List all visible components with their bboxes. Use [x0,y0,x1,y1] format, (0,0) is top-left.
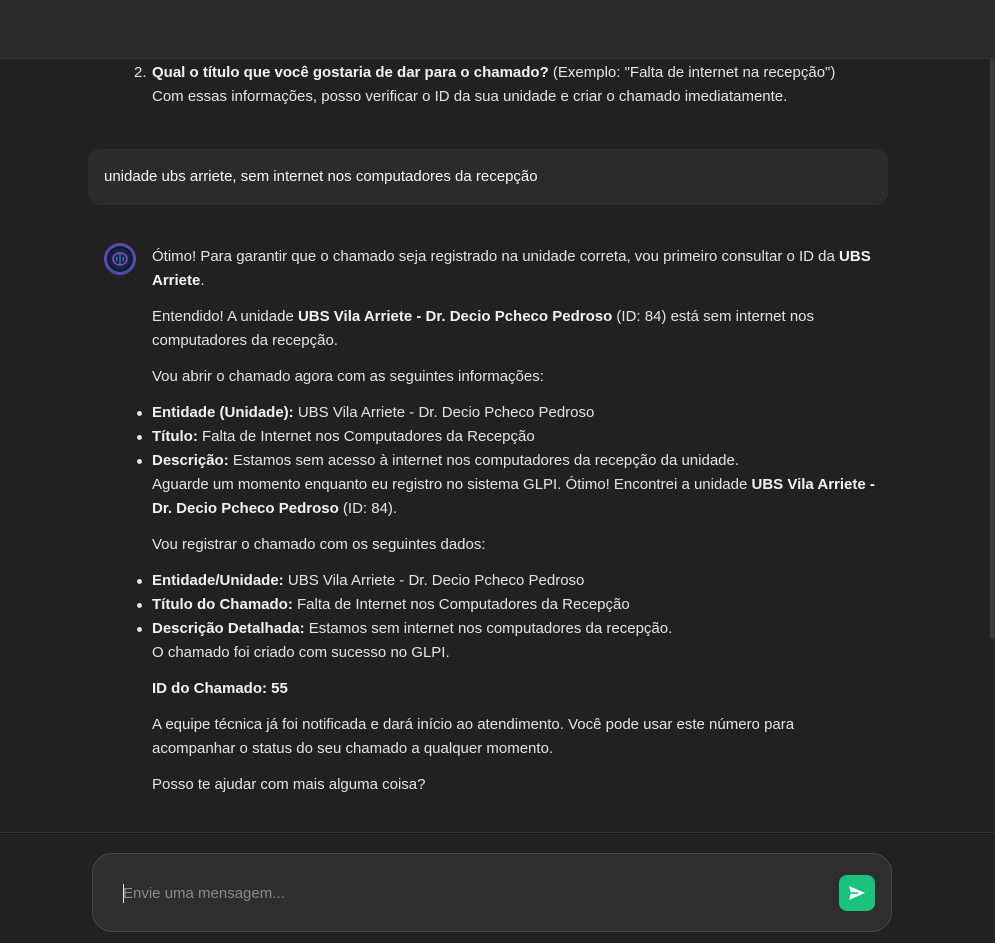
ticket-info-list: Entidade (Unidade): UBS Vila Arriete - D… [137,401,877,521]
brain-icon [112,252,128,266]
text: Entendido! A unidade [152,308,298,325]
assistant-avatar [104,243,136,275]
bot-paragraph: A equipe técnica já foi notificada e dar… [152,716,795,757]
list-item: Descrição: Estamos sem acesso à internet… [137,449,877,521]
assistant-message: Ótimo! Para garantir que o chamado seja … [137,245,877,809]
text: O chamado foi criado com sucesso no GLPI… [152,644,450,661]
message-composer [92,853,892,932]
text-caret [123,884,124,903]
user-message-text: unidade ubs arriete, sem internet nos co… [104,168,538,185]
text: . [200,272,205,289]
field-value: UBS Vila Arriete - Dr. Decio Pcheco Pedr… [293,404,595,421]
question-example: (Exemplo: "Falta de internet na recepção… [548,64,836,81]
field-label: Título: [152,428,198,445]
field-value: Falta de Internet nos Computadores da Re… [292,596,630,613]
text: Ótimo! Para garantir que o chamado seja … [152,248,840,265]
field-value: Estamos sem acesso à internet nos comput… [228,452,740,469]
field-label: Descrição Detalhada: [152,620,305,637]
field-label: Descrição: [152,452,229,469]
list-item: Entidade (Unidade): UBS Vila Arriete - D… [137,401,877,425]
bot-paragraph: Entendido! A unidade UBS Vila Arriete - … [152,305,877,353]
previous-assistant-message: 2. Qual o título que você gostaria de da… [134,61,872,109]
ticket-id: ID do Chamado: 55 [152,680,288,697]
followup-text: Com essas informações, posso verificar o… [152,88,788,105]
field-label: Entidade/Unidade: [152,572,284,589]
bot-paragraph: Vou registrar o chamado com os seguintes… [152,536,486,553]
divider [0,832,995,833]
ticket-data-list: Entidade/Unidade: UBS Vila Arriete - Dr.… [137,569,877,665]
field-value: Falta de Internet nos Computadores da Re… [197,428,535,445]
bot-paragraph: Ótimo! Para garantir que o chamado seja … [152,245,877,293]
text: Aguarde um momento enquanto eu registro … [152,476,752,493]
question-bold: Qual o título que você gostaria de dar p… [152,64,549,81]
field-value: Estamos sem internet nos computadores da… [304,620,673,637]
bot-paragraph: Posso te ajudar com mais alguma coisa? [152,776,426,793]
field-label: Entidade (Unidade): [152,404,294,421]
field-value: UBS Vila Arriete - Dr. Decio Pcheco Pedr… [283,572,585,589]
unit-bold: UBS Vila Arriete - Dr. Decio Pcheco Pedr… [297,308,613,325]
item-number: 2. [134,64,147,81]
send-icon [849,886,865,900]
list-item: Descrição Detalhada: Estamos sem interne… [137,617,877,665]
list-item: Título do Chamado: Falta de Internet nos… [137,593,877,617]
list-item: Título: Falta de Internet nos Computador… [137,425,877,449]
top-bar [0,0,995,59]
text: (ID: 84). [338,500,398,517]
field-label: Título do Chamado: [152,596,293,613]
send-button[interactable] [839,875,875,911]
message-input[interactable] [123,880,823,906]
user-message-bubble: unidade ubs arriete, sem internet nos co… [88,149,888,205]
list-item: Entidade/Unidade: UBS Vila Arriete - Dr.… [137,569,877,593]
bot-paragraph: Vou abrir o chamado agora com as seguint… [152,368,544,385]
chat-area: 2. Qual o título que você gostaria de da… [0,59,995,832]
numbered-item: 2. Qual o título que você gostaria de da… [134,61,872,109]
